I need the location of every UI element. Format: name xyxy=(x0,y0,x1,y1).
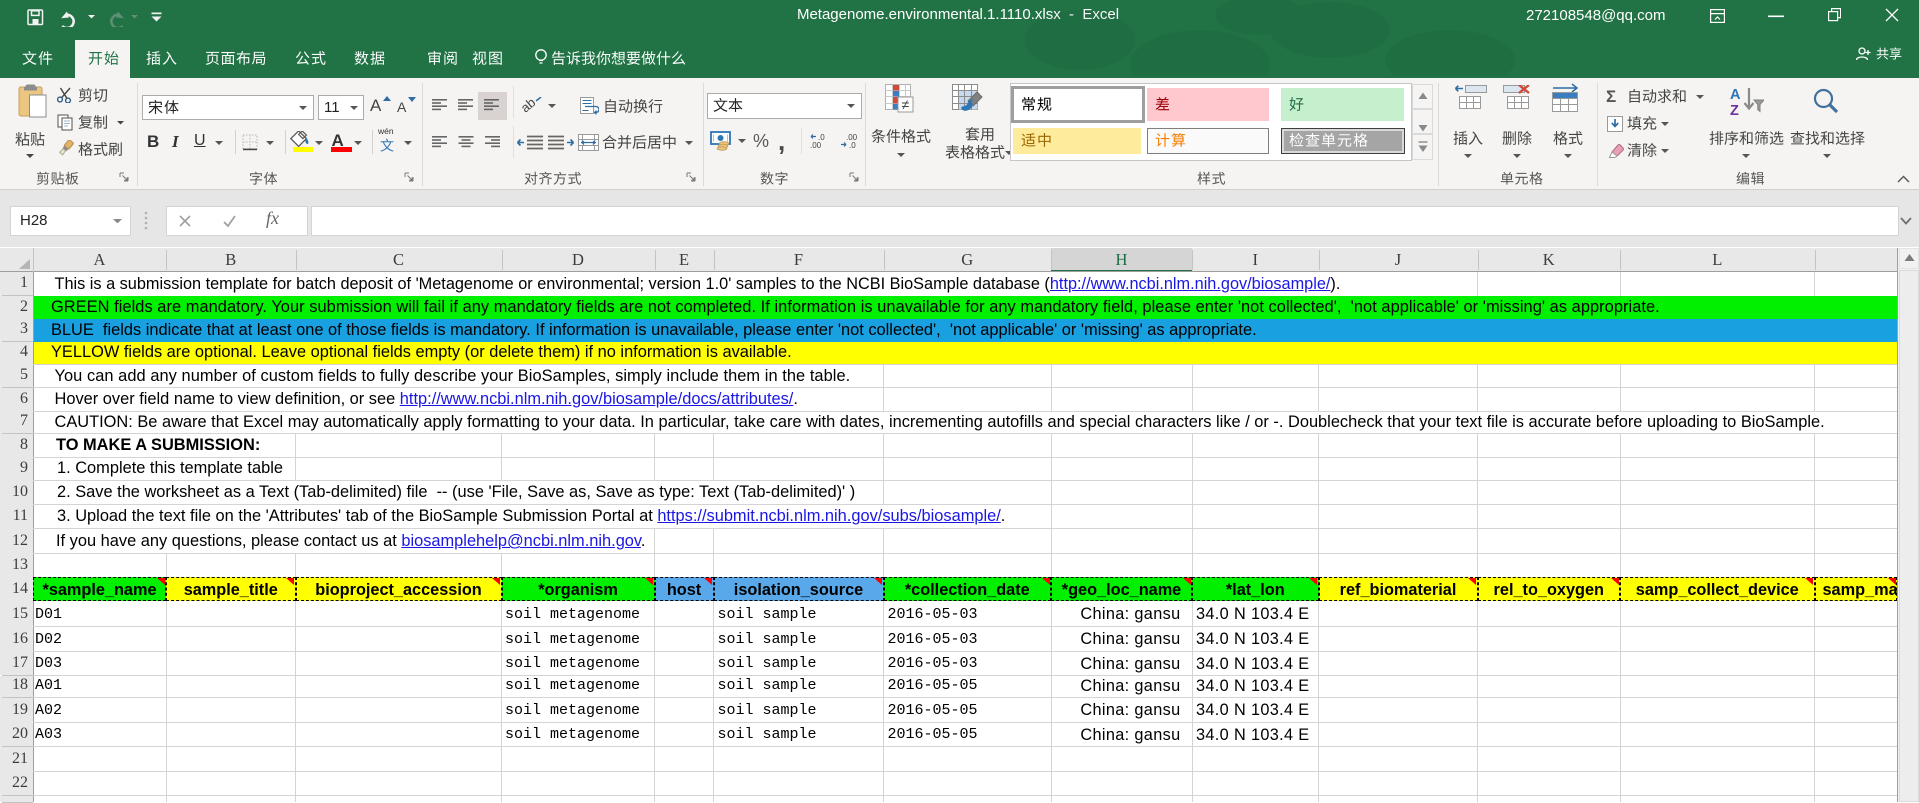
svg-text:≠: ≠ xyxy=(902,97,910,113)
svg-text:.0: .0 xyxy=(849,141,856,149)
svg-text:Z: Z xyxy=(1730,103,1739,116)
svg-text:ab: ab xyxy=(522,97,538,115)
svg-text:A: A xyxy=(1730,87,1741,103)
svg-text:.00: .00 xyxy=(810,141,822,149)
